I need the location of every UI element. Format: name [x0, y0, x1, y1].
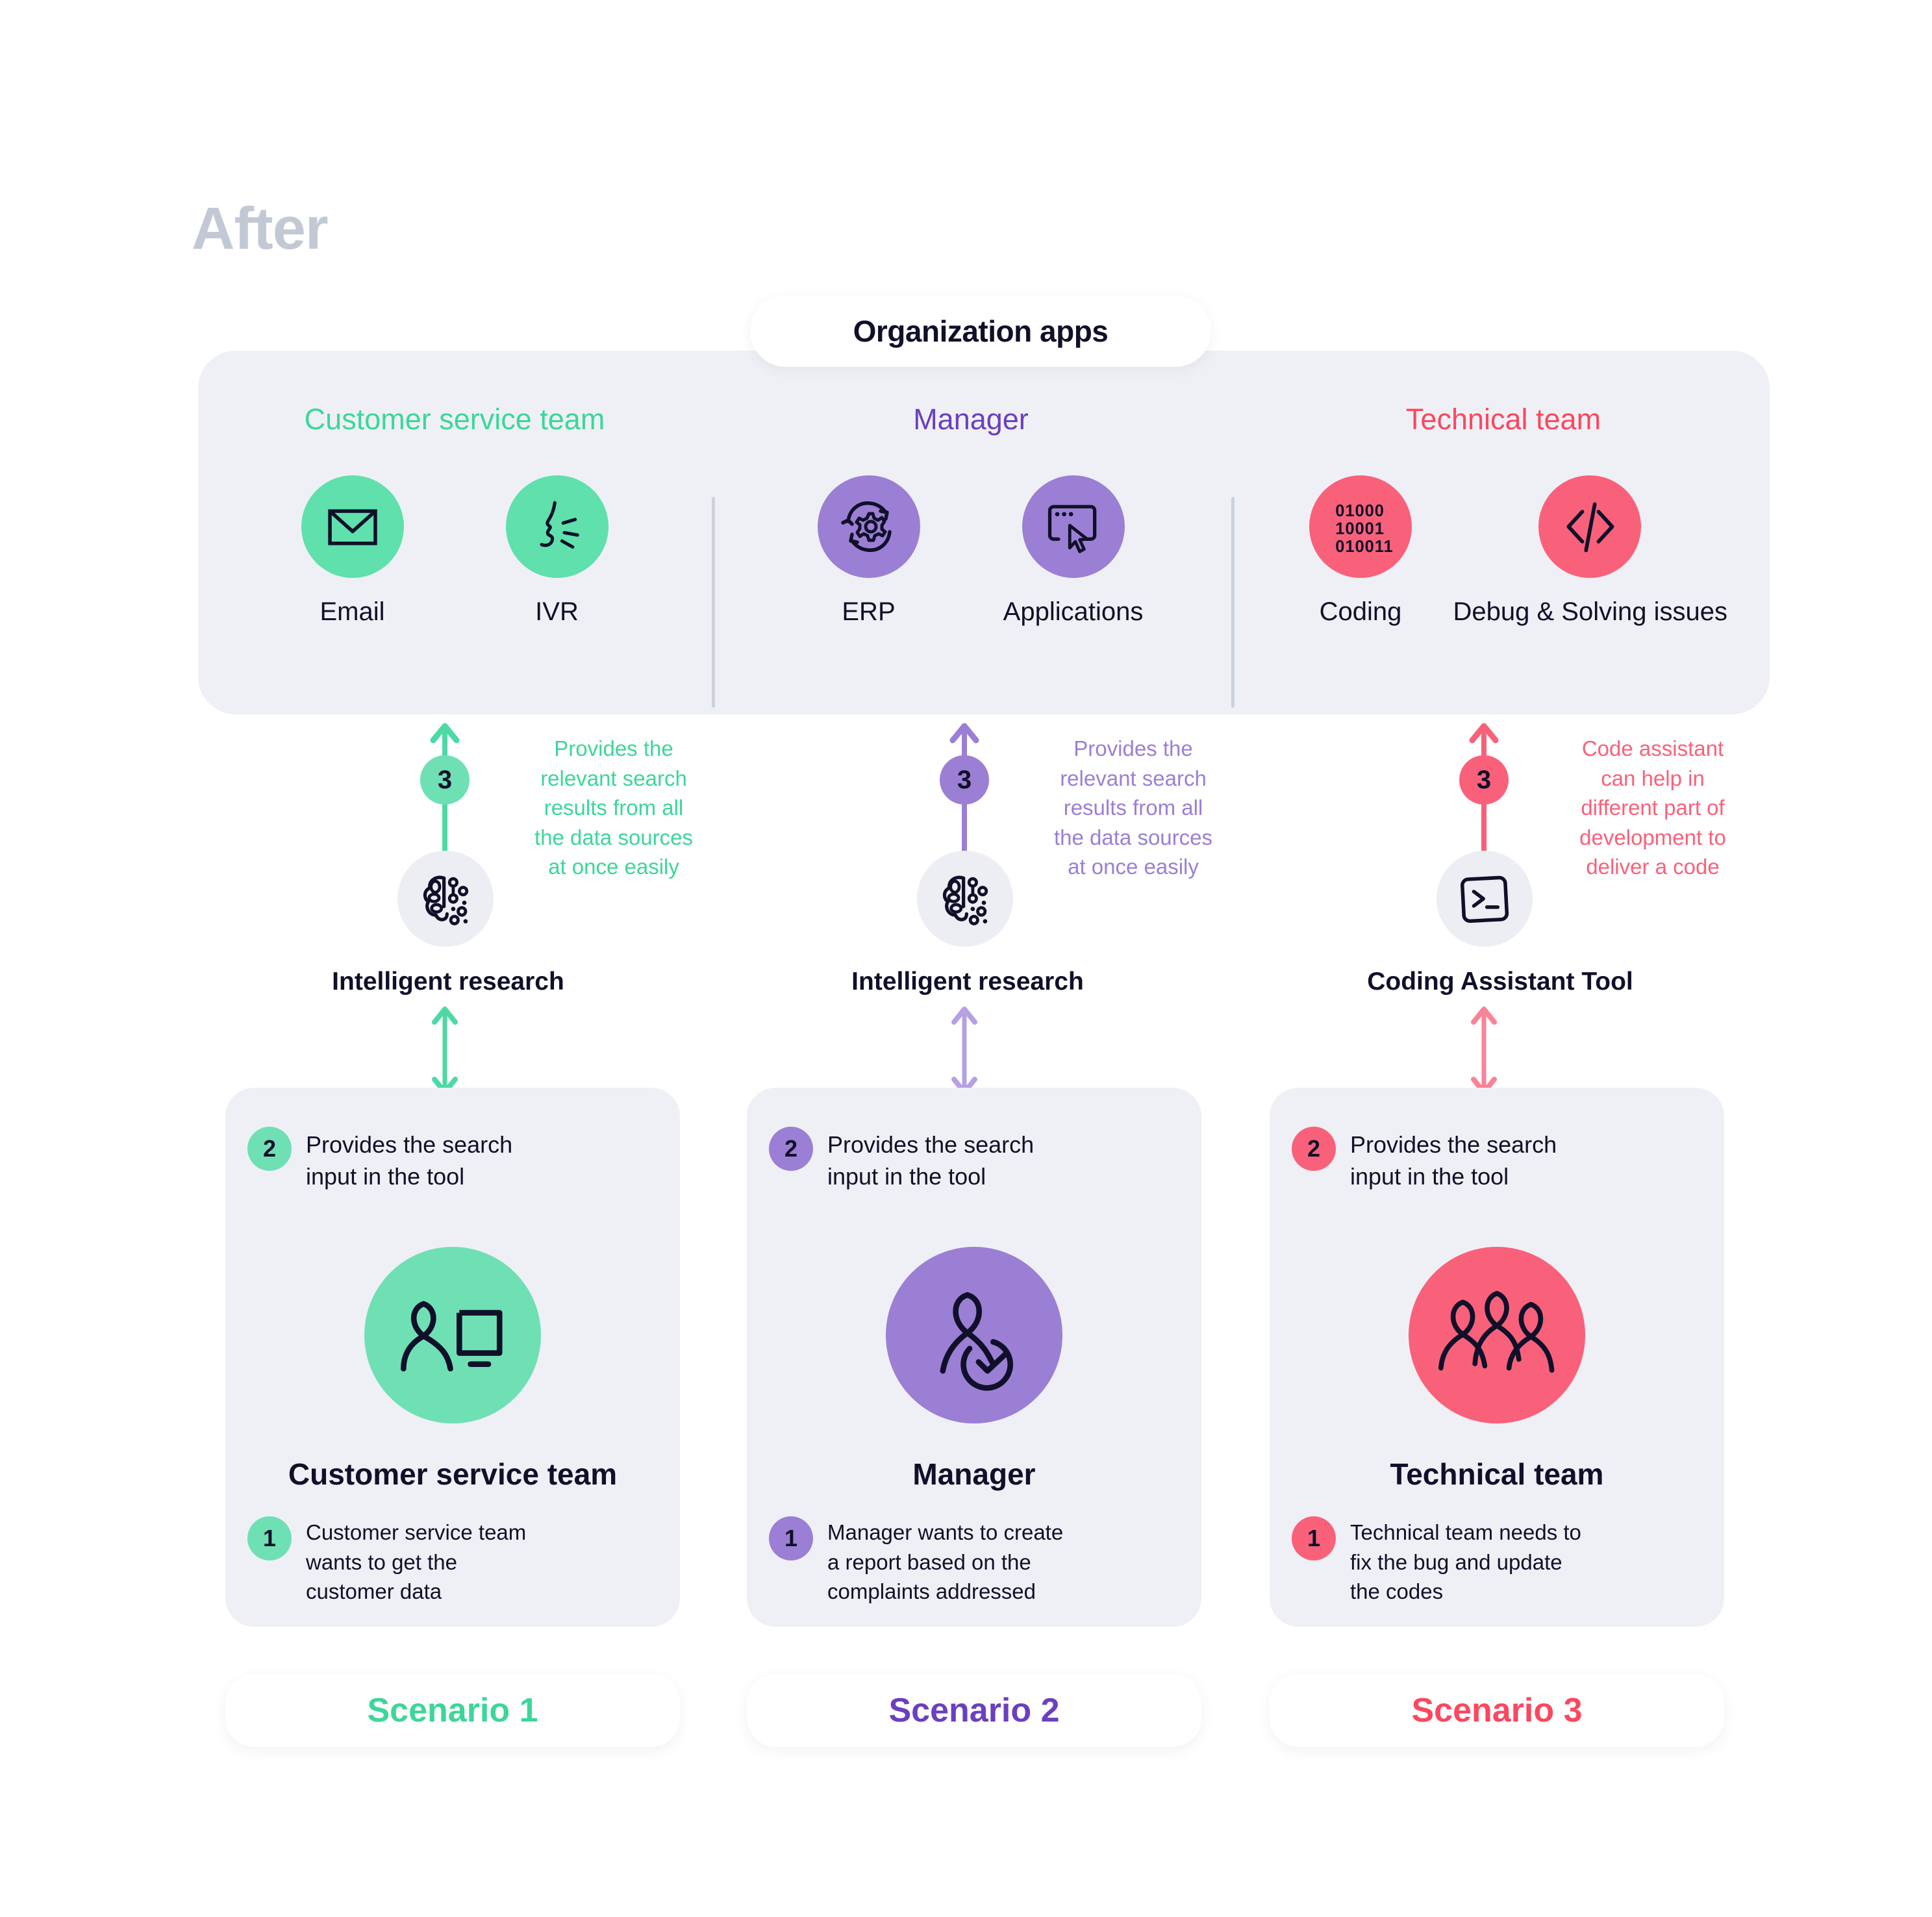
scenario-2-step1-text: Manager wants to create a report based o…: [827, 1520, 1064, 1604]
tool-label-intelligent-research-manager: Intelligent research: [851, 968, 1084, 996]
step-badge-3-technical: 3: [1459, 755, 1509, 805]
scenario-3-step1-row: 1 Technical team needs to fix the bug an…: [1292, 1516, 1581, 1607]
scenario-1-step2-text: Provides the search input in the tool: [306, 1131, 513, 1190]
step3-text-technical: Code assistant can help in different par…: [1579, 736, 1726, 879]
team-column-manager: Manager ERP Applications: [744, 403, 1198, 627]
scenario-card-1[interactable]: 2 Provides the search input in the tool …: [225, 1088, 680, 1627]
scenario-2-pill[interactable]: Scenario 2: [747, 1674, 1201, 1747]
team-title-customer-service: Customer service team: [304, 403, 605, 436]
scenario-3-step2-row: 2 Provides the search input in the tool: [1292, 1127, 1557, 1192]
team-column-technical: Technical team 01000 10001 010011 Coding: [1257, 403, 1750, 627]
scenario-3-pill-label: Scenario 3: [1411, 1692, 1583, 1729]
scenario-1-role-title: Customer service team: [288, 1457, 618, 1491]
app-row-customer-service: Email IVR: [221, 475, 688, 627]
app-item-email[interactable]: Email: [273, 475, 432, 627]
app-item-applications[interactable]: Applications: [994, 475, 1153, 627]
scenario-3-role-title: Technical team: [1390, 1457, 1604, 1491]
tool-label-coding-assistant: Coding Assistant Tool: [1367, 968, 1633, 996]
scenario-1-step1-text: Customer service team wants to get the c…: [306, 1520, 527, 1604]
team-title-technical: Technical team: [1405, 403, 1601, 436]
step-badge-2-scenario-2: 2: [769, 1127, 813, 1171]
app-label-erp: ERP: [842, 597, 896, 626]
double-arrow-icon-tool-technical: [1471, 1007, 1497, 1095]
window-cursor-icon: [1022, 475, 1125, 578]
code-brackets-icon: [1538, 475, 1641, 578]
tool-label-intelligent-research-customer: Intelligent research: [332, 968, 564, 996]
person-with-monitor-icon: [364, 1247, 541, 1423]
svg-text:010011: 010011: [1335, 538, 1393, 556]
step3-text-customer: Provides the relevant search results fro…: [534, 736, 693, 879]
organization-apps-label: Organization apps: [853, 314, 1109, 348]
app-label-ivr: IVR: [535, 597, 579, 626]
scenario-2-step1-row: 1 Manager wants to create a report based…: [769, 1516, 1063, 1607]
scenario-1-step1-row: 1 Customer service team wants to get the…: [247, 1516, 526, 1607]
app-row-manager: ERP Applications: [744, 475, 1198, 627]
app-item-coding[interactable]: 01000 10001 010011 Coding: [1281, 475, 1440, 627]
app-label-email: Email: [320, 597, 385, 626]
step3-text-manager: Provides the relevant search results fro…: [1054, 736, 1212, 879]
step-badge-1-scenario-3: 1: [1292, 1516, 1336, 1560]
app-item-erp[interactable]: ERP: [789, 475, 948, 627]
person-with-check-icon: [886, 1247, 1062, 1423]
diagram-canvas: After Organization apps Customer service…: [0, 0, 1932, 1917]
scenario-1-pill-label: Scenario 1: [367, 1692, 538, 1729]
step-badge-1-scenario-2: 1: [769, 1516, 813, 1560]
organization-apps-badge: Organization apps: [750, 295, 1211, 367]
step-badge-2-scenario-3: 2: [1292, 1127, 1336, 1171]
team-column-customer-service: Customer service team Email IVR: [221, 403, 688, 627]
double-arrow-icon-tool-manager: [951, 1007, 977, 1095]
app-item-ivr[interactable]: IVR: [477, 475, 636, 627]
double-arrow-icon-tool-customer: [432, 1007, 458, 1095]
page-title: After: [192, 195, 329, 262]
app-item-debug[interactable]: Debug & Solving issues: [1453, 475, 1727, 627]
column-divider-1: [712, 497, 715, 708]
terminal-prompt-icon: [1436, 851, 1533, 947]
app-label-debug: Debug & Solving issues: [1453, 597, 1727, 626]
step-badge-3-customer: 3: [420, 755, 470, 805]
envelope-icon: [301, 475, 404, 578]
scenario-2-role-title: Manager: [912, 1457, 1036, 1491]
app-label-applications: Applications: [1003, 597, 1144, 626]
brain-ai-icon-manager: [917, 851, 1013, 947]
svg-text:10001: 10001: [1335, 520, 1385, 538]
app-row-technical: 01000 10001 010011 Coding Debug & Solvin…: [1257, 475, 1750, 627]
team-title-manager: Manager: [913, 403, 1029, 436]
speaking-face-icon: [505, 475, 608, 578]
step-badge-3-manager: 3: [940, 755, 989, 805]
app-label-coding: Coding: [1319, 597, 1402, 626]
binary-code-icon: 01000 10001 010011: [1309, 475, 1412, 578]
step-badge-1-scenario-1: 1: [247, 1516, 292, 1560]
svg-text:01000: 01000: [1335, 502, 1385, 520]
step-badge-2-scenario-1: 2: [247, 1127, 292, 1171]
scenario-2-step2-text: Provides the search input in the tool: [827, 1131, 1035, 1190]
gear-cycle-icon: [817, 475, 920, 578]
scenario-card-2[interactable]: 2 Provides the search input in the tool …: [747, 1088, 1201, 1627]
three-people-icon: [1409, 1247, 1585, 1423]
scenario-3-pill[interactable]: Scenario 3: [1270, 1674, 1724, 1747]
scenario-card-3[interactable]: 2 Provides the search input in the tool …: [1270, 1088, 1724, 1627]
scenario-2-pill-label: Scenario 2: [888, 1692, 1060, 1729]
scenario-3-step1-text: Technical team needs to fix the bug and …: [1350, 1520, 1581, 1604]
scenario-1-step2-row: 2 Provides the search input in the tool: [247, 1127, 512, 1192]
scenario-2-step2-row: 2 Provides the search input in the tool: [769, 1127, 1034, 1192]
scenario-1-pill[interactable]: Scenario 1: [225, 1674, 680, 1747]
brain-ai-icon-customer: [397, 851, 494, 947]
column-divider-2: [1231, 497, 1235, 708]
scenario-3-step2-text: Provides the search input in the tool: [1350, 1131, 1557, 1190]
